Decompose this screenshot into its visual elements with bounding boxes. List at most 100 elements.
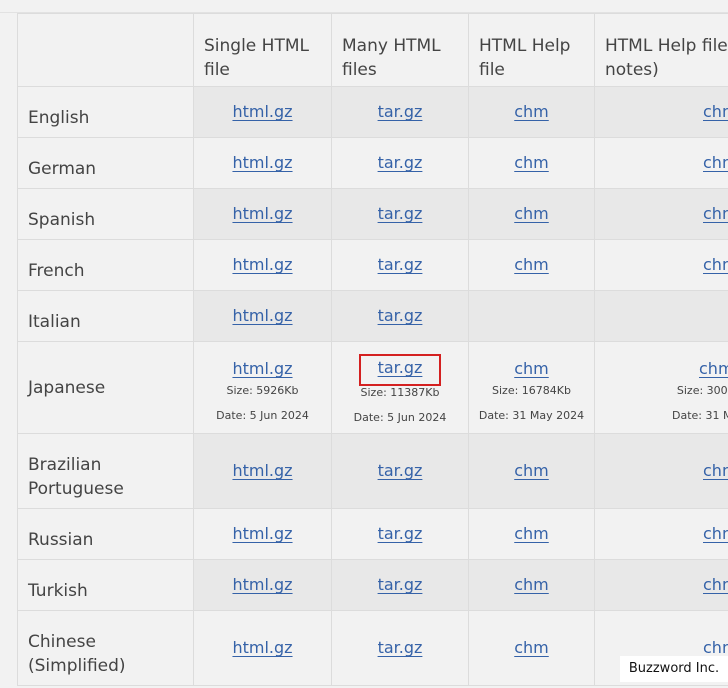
- html-help-cell: chm: [468, 433, 595, 509]
- html-help-download-link[interactable]: chm: [514, 575, 549, 594]
- file-size: Size: 5926Kb: [226, 384, 299, 397]
- header-html-help-notes: HTML Help file notes): [594, 13, 728, 87]
- language-label: Italian: [17, 290, 194, 342]
- html-help-cell: chm: [468, 559, 595, 611]
- many-html-download-link[interactable]: tar.gz: [378, 638, 423, 657]
- single-html-cell: html.gz: [193, 610, 332, 686]
- html-help-download-link[interactable]: chm: [514, 461, 549, 480]
- html-help-download-link[interactable]: chm: [514, 638, 549, 657]
- many-html-cell: tar.gz: [331, 559, 469, 611]
- html-help-notes-cell: chm: [594, 559, 728, 611]
- highlight-box: tar.gz: [358, 354, 442, 386]
- language-label: Brazilian Portuguese: [17, 433, 194, 509]
- html-help-cell: chm: [468, 508, 595, 560]
- single-html-download-link[interactable]: html.gz: [232, 255, 292, 274]
- html-help-notes-download-link[interactable]: chm: [703, 255, 728, 274]
- single-html-download-link[interactable]: html.gz: [232, 524, 292, 543]
- html-help-notes-download-link[interactable]: chm: [699, 359, 728, 378]
- html-help-notes-download-link[interactable]: chm: [703, 524, 728, 543]
- html-help-notes-download-link[interactable]: chm: [703, 204, 728, 223]
- table-row: Italian html.gz tar.gz: [17, 290, 728, 342]
- html-help-notes-cell: chm: [594, 86, 728, 138]
- language-label: French: [17, 239, 194, 291]
- html-help-download-link[interactable]: chm: [514, 153, 549, 172]
- many-html-download-link[interactable]: tar.gz: [378, 204, 423, 223]
- html-help-cell: chm: [468, 239, 595, 291]
- table-header-row: Single HTML file Many HTML files HTML He…: [17, 13, 728, 87]
- html-help-cell: chm Size: 16784Kb Date: 31 May 2024: [468, 341, 595, 434]
- many-html-download-link[interactable]: tar.gz: [378, 575, 423, 594]
- html-help-notes-cell-empty: [594, 290, 728, 342]
- many-html-cell: tar.gz: [331, 137, 469, 189]
- html-help-download-link[interactable]: chm: [514, 524, 549, 543]
- file-size: Size: 300: [676, 384, 728, 397]
- table-row: Turkish html.gz tar.gz chm chm: [17, 559, 728, 611]
- table-row: Brazilian Portuguese html.gz tar.gz chm …: [17, 433, 728, 509]
- page: Single HTML file Many HTML files HTML He…: [0, 0, 728, 688]
- watermark: Buzzword Inc.: [620, 656, 728, 682]
- single-html-cell: html.gz: [193, 559, 332, 611]
- many-html-cell: tar.gz Size: 11387Kb Date: 5 Jun 2024: [331, 341, 469, 434]
- html-help-notes-cell: chm: [594, 508, 728, 560]
- file-date: Date: 5 Jun 2024: [353, 411, 447, 424]
- top-divider: [0, 0, 728, 13]
- html-help-notes-cell: chm: [594, 239, 728, 291]
- many-html-cell: tar.gz: [331, 239, 469, 291]
- many-html-download-link[interactable]: tar.gz: [378, 358, 423, 377]
- single-html-download-link[interactable]: html.gz: [232, 204, 292, 223]
- single-html-cell: html.gz: [193, 239, 332, 291]
- many-html-cell: tar.gz: [331, 508, 469, 560]
- single-html-download-link[interactable]: html.gz: [232, 102, 292, 121]
- single-html-download-link[interactable]: html.gz: [232, 306, 292, 325]
- language-label: Chinese (Simplified): [17, 610, 194, 686]
- html-help-cell-empty: [468, 290, 595, 342]
- many-html-download-link[interactable]: tar.gz: [378, 306, 423, 325]
- html-help-notes-content: chm Size: 300 Date: 31 M: [671, 358, 728, 423]
- many-html-cell: tar.gz: [331, 433, 469, 509]
- html-help-cell: chm: [468, 86, 595, 138]
- html-help-cell: chm: [468, 610, 595, 686]
- many-html-cell: tar.gz: [331, 188, 469, 240]
- many-html-cell: tar.gz: [331, 290, 469, 342]
- html-help-download-link[interactable]: chm: [514, 102, 549, 121]
- file-date: Date: 31 M: [672, 409, 728, 422]
- many-html-download-link[interactable]: tar.gz: [378, 153, 423, 172]
- single-html-download-link[interactable]: html.gz: [232, 359, 292, 378]
- single-html-cell: html.gz: [193, 508, 332, 560]
- single-html-download-link[interactable]: html.gz: [232, 638, 292, 657]
- html-help-notes-download-link[interactable]: chm: [703, 461, 728, 480]
- single-html-download-link[interactable]: html.gz: [232, 461, 292, 480]
- many-html-download-link[interactable]: tar.gz: [378, 102, 423, 121]
- html-help-cell: chm: [468, 137, 595, 189]
- html-help-notes-cell: chm: [594, 188, 728, 240]
- html-help-download-link[interactable]: chm: [514, 204, 549, 223]
- single-html-cell: html.gz: [193, 188, 332, 240]
- many-html-download-link[interactable]: tar.gz: [378, 255, 423, 274]
- single-html-download-link[interactable]: html.gz: [232, 575, 292, 594]
- file-date: Date: 31 May 2024: [478, 409, 585, 422]
- html-help-notes-download-link[interactable]: chm: [703, 153, 728, 172]
- table-row: Spanish html.gz tar.gz chm chm: [17, 188, 728, 240]
- language-label: Japanese: [17, 341, 194, 434]
- html-help-notes-download-link[interactable]: chm: [703, 638, 728, 657]
- html-help-notes-cell: chm Size: 300 Date: 31 M: [594, 341, 728, 434]
- language-label: Turkish: [17, 559, 194, 611]
- language-label: English: [17, 86, 194, 138]
- html-help-download-link[interactable]: chm: [514, 255, 549, 274]
- header-corner: [17, 13, 194, 87]
- file-size: Size: 16784Kb: [492, 384, 571, 397]
- language-label: Spanish: [17, 188, 194, 240]
- many-html-cell: tar.gz: [331, 86, 469, 138]
- language-label: German: [17, 137, 194, 189]
- html-help-notes-cell: chm: [594, 433, 728, 509]
- html-help-notes-download-link[interactable]: chm: [703, 575, 728, 594]
- language-label: Russian: [17, 508, 194, 560]
- html-help-notes-download-link[interactable]: chm: [703, 102, 728, 121]
- many-html-download-link[interactable]: tar.gz: [378, 461, 423, 480]
- html-help-download-link[interactable]: chm: [514, 359, 549, 378]
- single-html-download-link[interactable]: html.gz: [232, 153, 292, 172]
- table-row-japanese: Japanese html.gz Size: 5926Kb Date: 5 Ju…: [17, 341, 728, 434]
- many-html-download-link[interactable]: tar.gz: [378, 524, 423, 543]
- table-row: English html.gz tar.gz chm chm: [17, 86, 728, 138]
- table-row: German html.gz tar.gz chm chm: [17, 137, 728, 189]
